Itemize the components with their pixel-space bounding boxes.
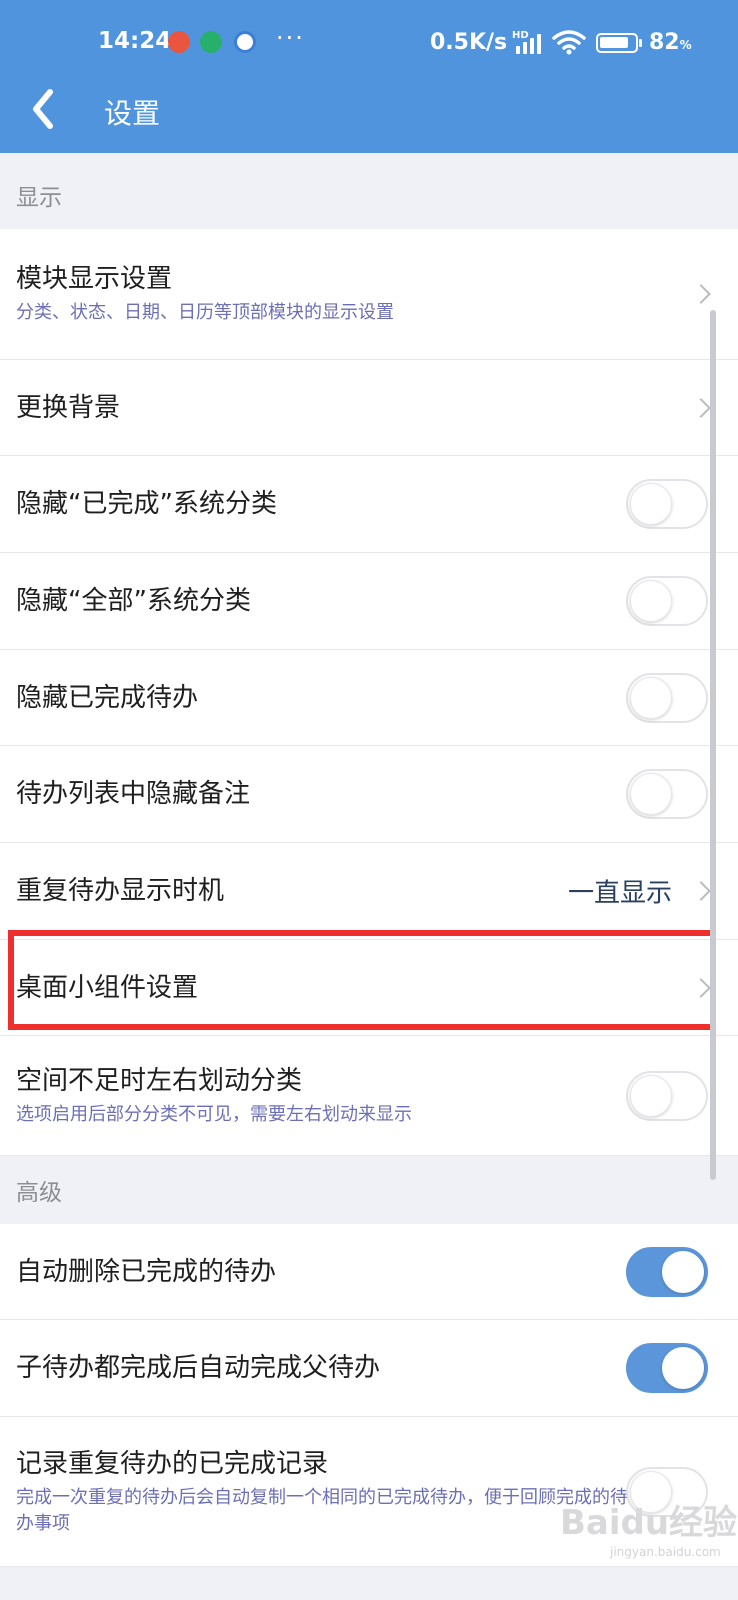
watermark-logo: Baidu经验 [560, 1503, 738, 1543]
setting-title: 模块显示设置 [16, 264, 173, 294]
toggle-switch[interactable] [626, 576, 708, 626]
setting-swipe-categories: 空间不足时左右划动分类 选项启用后部分分类不可见，需要左右划动来显示 [0, 1036, 738, 1156]
setting-title: 桌面小组件设置 [16, 972, 199, 1003]
watermark-url: jingyan.baidu.com [610, 1545, 721, 1559]
section-header-advanced: 高级 [0, 1156, 738, 1224]
toggle-switch[interactable] [626, 1246, 708, 1297]
scrollbar[interactable] [710, 310, 716, 1180]
setting-title: 更换背景 [16, 392, 121, 423]
toggle-switch[interactable] [626, 1343, 708, 1393]
app-header: 14:24 ··· 0.5K/s HD 82% 设置 [0, 0, 738, 153]
cloud-app-icon [234, 31, 256, 53]
setting-auto-delete-completed: 自动删除已完成的待办 [0, 1224, 738, 1320]
battery-percent: 82% [649, 30, 692, 55]
setting-subtitle: 分类、状态、日期、日历等顶部模块的显示设置 [16, 302, 394, 323]
back-arrow-icon[interactable] [26, 86, 62, 132]
toggle-switch[interactable] [626, 1070, 708, 1121]
toggle-switch[interactable] [626, 769, 708, 819]
setting-value: 一直显示 [567, 878, 672, 909]
setting-hide-completed-todos: 隐藏已完成待办 [0, 650, 738, 746]
network-speed: 0.5K/s [430, 30, 508, 55]
status-bar: 14:24 ··· 0.5K/s HD 82% [0, 0, 738, 84]
setting-hide-notes: 待办列表中隐藏备注 [0, 746, 738, 843]
toggle-switch[interactable] [626, 672, 708, 723]
status-time: 14:24 [98, 28, 172, 54]
shield-icon [200, 31, 222, 53]
setting-repeat-display-timing[interactable]: 重复待办显示时机 一直显示 [0, 843, 738, 940]
page-title: 设置 [104, 97, 161, 130]
wifi-icon [552, 30, 586, 55]
battery-icon [596, 33, 642, 53]
setting-hide-all-category: 隐藏“全部”系统分类 [0, 553, 738, 650]
setting-change-background[interactable]: 更换背景 [0, 360, 738, 456]
section-header-display: 显示 [0, 161, 738, 229]
setting-title: 记录重复待办的已完成记录 [16, 1448, 329, 1479]
setting-subtitle: 完成一次重复的待办后会自动复制一个相同的已完成待办，便于回顾完成的待办事项 [16, 1486, 628, 1534]
setting-module-display[interactable]: 模块显示设置 分类、状态、日期、日历等顶部模块的显示设置 [0, 229, 738, 360]
settings-list: 显示 模块显示设置 分类、状态、日期、日历等顶部模块的显示设置 更换背景 隐藏“… [0, 161, 738, 1567]
notification-app-icon [168, 31, 190, 53]
signal-icon [512, 32, 542, 54]
setting-hide-completed-category: 隐藏“已完成”系统分类 [0, 456, 738, 553]
setting-auto-complete-parent: 子待办都完成后自动完成父待办 [0, 1320, 738, 1417]
toggle-switch[interactable] [626, 479, 708, 529]
more-notifications-icon: ··· [276, 24, 305, 52]
setting-widget[interactable]: 桌面小组件设置 [0, 940, 738, 1036]
